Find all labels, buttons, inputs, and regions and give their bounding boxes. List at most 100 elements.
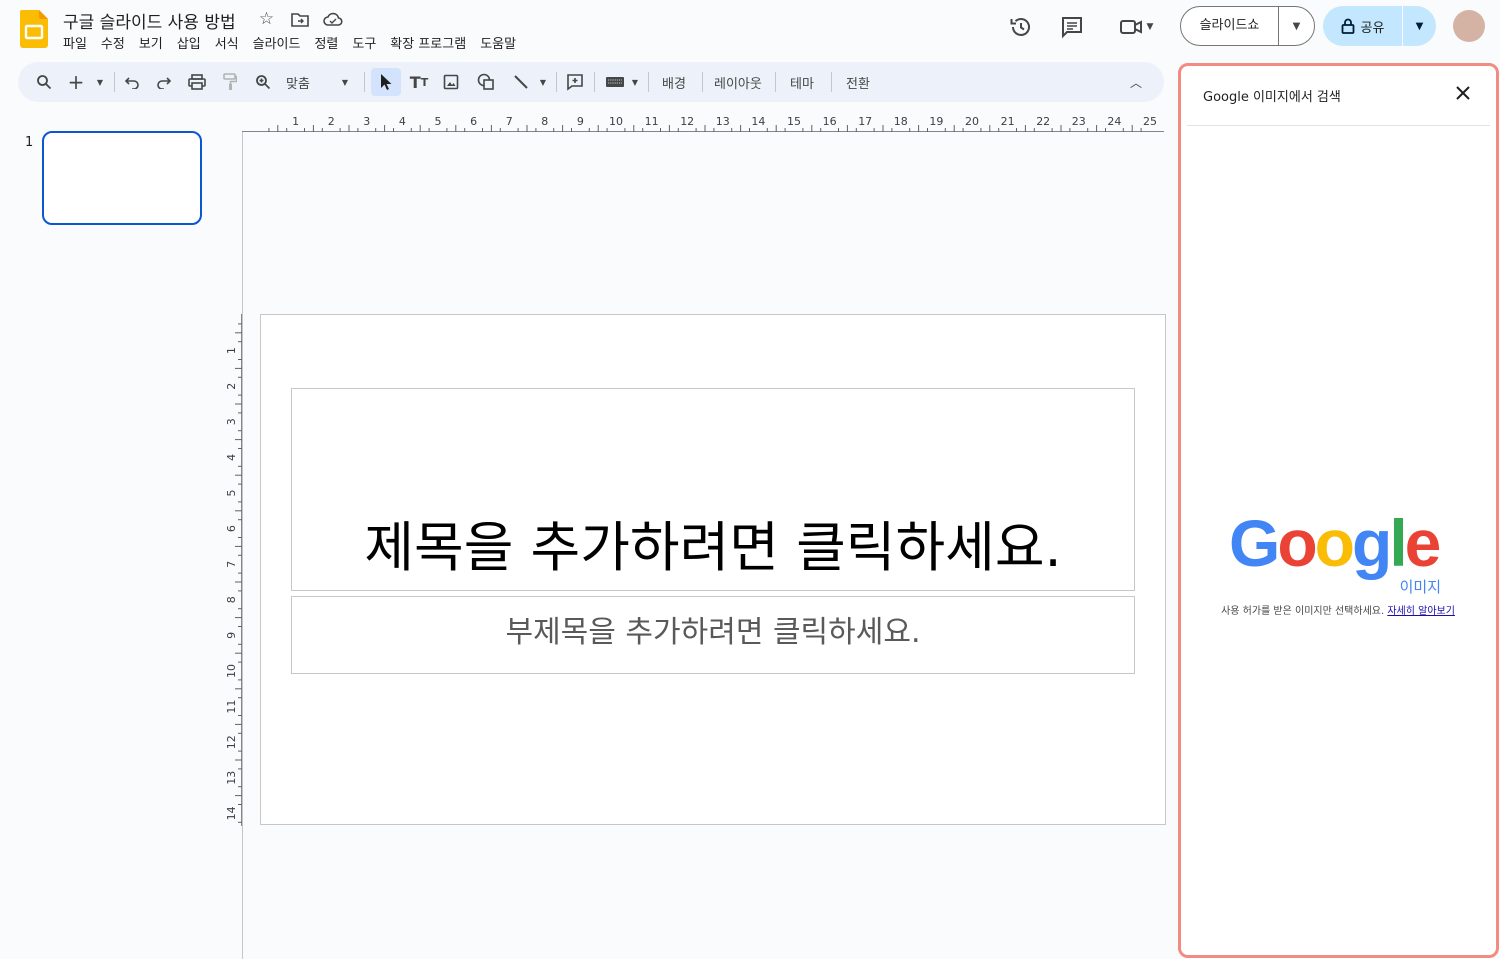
ruler-label: 4 [225,454,238,461]
undo-icon[interactable] [120,68,144,96]
google-images-logo: Google 이미지 [1229,508,1443,596]
image-search-panel: Google 이미지에서 검색 Google 이미지 사용 허가를 받은 이미지… [1178,63,1499,958]
slide-canvas[interactable]: 제목을 추가하려면 클릭하세요. 부제목을 추가하려면 클릭하세요. [260,314,1166,825]
meet-icon[interactable]: ▼ [1112,12,1160,42]
subtitle-placeholder[interactable]: 부제목을 추가하려면 클릭하세요. [291,596,1135,674]
share-label: 공유 [1360,20,1385,36]
share-button[interactable]: 공유 ▼ [1323,6,1436,46]
shape-icon[interactable] [473,68,499,96]
toolbar-divider [114,72,115,92]
ruler-label: 10 [225,664,238,678]
title-placeholder-text: 제목을 추가하려면 클릭하세요. [364,516,1062,579]
toolbar-divider [831,72,832,92]
panel-title: Google 이미지에서 검색 [1203,90,1341,105]
ruler-label: 8 [225,596,238,603]
ruler-label: 3 [363,115,370,128]
share-options-chevron-icon[interactable]: ▼ [1403,21,1436,32]
horizontal-ruler[interactable]: 1 2 3 4 5 6 7 8 9 10 11 12 13 14 15 16 17 18 19 20 21 22 23 24 2… [242,112,1164,132]
star-icon[interactable]: ☆ [255,8,278,30]
share-main[interactable]: 공유 [1323,6,1403,46]
slideshow-options-chevron-icon[interactable]: ▼ [1279,21,1314,32]
ruler-label: 10 [609,115,623,128]
menu-arrange[interactable]: 정렬 [307,33,345,52]
slideshow-label[interactable]: 슬라이드쇼 [1181,7,1279,45]
input-tools-chevron-icon[interactable]: ▼ [628,68,642,96]
text-box-icon[interactable]: TT [406,68,432,96]
ruler-label: 14 [751,115,765,128]
chevron-down-icon: ▼ [1146,22,1154,32]
menu-slide[interactable]: 슬라이드 [246,33,308,52]
close-icon[interactable] [1452,82,1474,104]
add-comment-icon[interactable] [562,68,588,96]
move-folder-icon[interactable] [288,8,311,30]
comments-icon[interactable] [1057,12,1087,42]
ruler-label: 2 [225,383,238,390]
version-history-icon[interactable] [1006,12,1036,42]
canvas-divider [242,132,243,959]
toolbar-divider [594,72,595,92]
ruler-label: 6 [225,525,238,532]
lock-icon [1341,18,1354,34]
slideshow-button[interactable]: 슬라이드쇼 ▼ [1180,6,1315,46]
ruler-label: 22 [1036,115,1050,128]
menu-view[interactable]: 보기 [132,33,170,52]
select-cursor-icon[interactable] [371,68,401,96]
cloud-saved-icon[interactable] [321,8,344,30]
line-chevron-icon[interactable]: ▼ [536,68,550,96]
ruler-label: 8 [541,115,548,128]
license-notice-text: 사용 허가를 받은 이미지만 선택하세요. [1221,606,1385,617]
ruler-label: 11 [225,700,238,714]
redo-icon[interactable] [152,68,176,96]
ruler-label: 5 [435,115,442,128]
new-slide-plus-icon[interactable]: + [66,68,86,96]
menu-edit[interactable]: 수정 [94,33,132,52]
menu-extensions[interactable]: 확장 프로그램 [383,33,473,52]
layout-button[interactable]: 레이아웃 [708,68,768,96]
slide-thumbnail[interactable] [42,131,202,225]
paint-format-icon[interactable] [218,68,242,96]
theme-button[interactable]: 테마 [784,68,820,96]
ruler-label: 19 [929,115,943,128]
app-header: 구글 슬라이드 사용 방법 ☆ 파일 수정 보기 삽입 서식 슬라이드 정렬 도… [0,0,1500,62]
ruler-label: 24 [1107,115,1121,128]
print-icon[interactable] [184,68,210,96]
vertical-ruler[interactable]: 1234567891011121314 [224,314,242,826]
document-title[interactable]: 구글 슬라이드 사용 방법 [63,8,236,33]
menu-insert[interactable]: 삽입 [170,33,208,52]
toolbar-divider [775,72,776,92]
ruler-label: 13 [716,115,730,128]
zoom-value: 맞춤 [286,76,310,92]
search-menus-icon[interactable] [30,68,58,96]
menu-tools[interactable]: 도구 [345,33,383,52]
menu-format[interactable]: 서식 [208,33,246,52]
ruler-label: 9 [577,115,584,128]
ruler-label: 15 [787,115,801,128]
toolbar-divider [556,72,557,92]
menu-bar: 파일 수정 보기 삽입 서식 슬라이드 정렬 도구 확장 프로그램 도움말 [56,33,523,52]
ruler-label: 5 [225,490,238,497]
zoom-icon[interactable] [250,68,276,96]
ruler-label: 18 [894,115,908,128]
ruler-label: 2 [328,115,335,128]
title-placeholder[interactable]: 제목을 추가하려면 클릭하세요. [291,388,1135,591]
ruler-label: 3 [225,418,238,425]
menu-file[interactable]: 파일 [56,33,94,52]
toolbar-divider [648,72,649,92]
ruler-label: 12 [680,115,694,128]
avatar[interactable] [1453,10,1485,42]
subtitle-placeholder-text: 부제목을 추가하려면 클릭하세요. [505,615,921,650]
insert-image-icon[interactable] [438,68,464,96]
learn-more-link[interactable]: 자세히 알아보기 [1387,606,1455,617]
collapse-toolbar-chevron-up-icon[interactable]: ︿ [1124,68,1148,96]
input-tools-keyboard-icon[interactable] [602,68,628,96]
zoom-select[interactable]: 맞춤 ▼ [280,68,354,96]
new-slide-chevron-icon[interactable]: ▼ [92,68,108,96]
ruler-label: 21 [1001,115,1015,128]
slides-logo-icon[interactable] [20,10,48,48]
ruler-label: 9 [225,632,238,639]
line-icon[interactable] [508,68,534,96]
menu-help[interactable]: 도움말 [473,33,523,52]
background-button[interactable]: 배경 [656,68,692,96]
transition-button[interactable]: 전환 [840,68,876,96]
ruler-label: 7 [225,561,238,568]
